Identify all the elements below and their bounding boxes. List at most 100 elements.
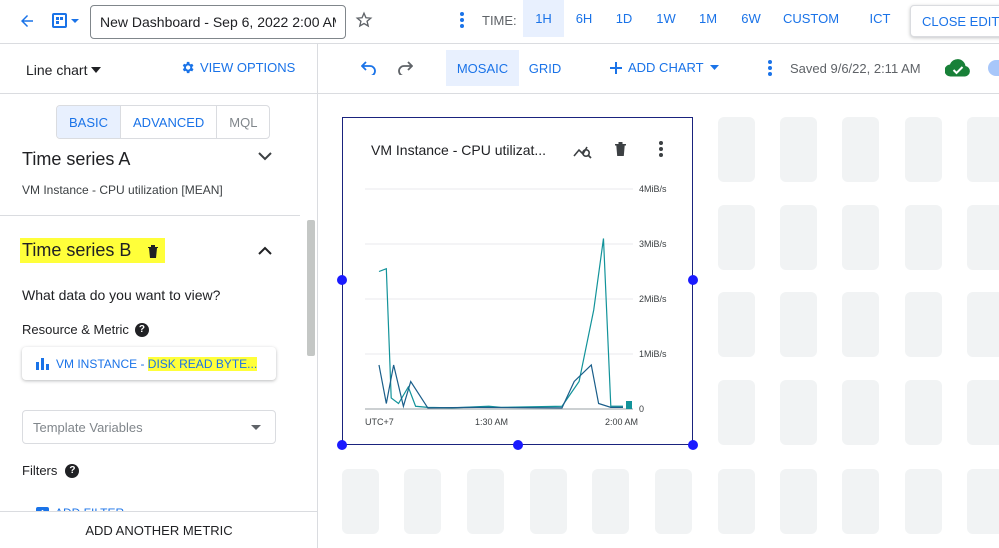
- filters-text: Filters: [22, 463, 58, 478]
- bar-chart-icon: [36, 357, 49, 370]
- query-mode-tabs: BASIC ADVANCED MQL: [56, 105, 271, 139]
- placeholder-tile: [404, 469, 441, 534]
- line-chart: 4MiB/s 3MiB/s 2MiB/s 1MiB/s 0 UTC+7 1:30 AM 2:0…: [365, 184, 667, 427]
- mosaic-mode-button[interactable]: MOSAIC: [446, 50, 519, 86]
- placeholder-tile: [967, 469, 999, 534]
- y-tick-label: 2MiB/s: [639, 294, 667, 304]
- data-question: What data do you want to view?: [22, 287, 221, 303]
- add-another-metric-button[interactable]: ADD ANOTHER METRIC: [0, 511, 317, 548]
- chevron-down-icon[interactable]: [258, 152, 272, 161]
- more-vert-icon[interactable]: [762, 57, 778, 79]
- x-tick-label: UTC+7: [365, 417, 394, 427]
- placeholder-tile: [780, 292, 817, 357]
- placeholder-tile: [905, 380, 942, 445]
- help-icon[interactable]: ?: [134, 322, 149, 337]
- y-tick-label: 4MiB/s: [639, 184, 667, 194]
- time-1h-button[interactable]: 1H: [523, 0, 564, 37]
- placeholder-tile: [530, 469, 567, 534]
- chevron-up-icon[interactable]: [258, 246, 272, 255]
- star-icon[interactable]: [352, 8, 376, 32]
- toggle-switch[interactable]: [988, 60, 999, 76]
- chart-type-label: Line chart: [26, 62, 88, 78]
- tab-mql[interactable]: MQL: [217, 106, 269, 138]
- placeholder-tile: [718, 380, 755, 445]
- placeholder-tile: [842, 117, 879, 182]
- delete-icon[interactable]: [147, 244, 159, 258]
- saved-status: Saved 9/6/22, 2:11 AM: [790, 61, 921, 76]
- placeholder-tile: [967, 205, 999, 270]
- placeholder-tile: [780, 469, 817, 534]
- y-tick-label: 0: [639, 404, 644, 414]
- time-series-b-heading: Time series B: [20, 238, 166, 263]
- series-line: [378, 238, 623, 409]
- placeholder-tile: [967, 292, 999, 357]
- dropdown-caret-icon: [91, 67, 102, 73]
- time-1w-button[interactable]: 1W: [648, 0, 684, 37]
- dashboard-toolbar: MOSAIC GRID ADD CHART Saved 9/6/22, 2:11…: [318, 44, 999, 94]
- top-bar: TIME: 1H 6H 1D 1W 1M 6W CUSTOM ICT CLOSE…: [0, 0, 999, 44]
- placeholder-tile: [592, 469, 629, 534]
- gear-icon: [182, 61, 194, 74]
- time-custom-button[interactable]: CUSTOM: [778, 0, 844, 37]
- chart-widget[interactable]: VM Instance - CPU utilizat... 4MiB/s 3MiB…: [342, 117, 693, 445]
- resize-handle-bottom-right[interactable]: [688, 440, 698, 450]
- resize-handle-left[interactable]: [337, 275, 347, 285]
- placeholder-tile: [842, 380, 879, 445]
- placeholder-tile: [655, 469, 692, 534]
- time-1m-button[interactable]: 1M: [690, 0, 726, 37]
- metric-name: DISK READ BYTE...: [147, 356, 258, 371]
- cloud-done-icon: [944, 57, 972, 79]
- placeholder-tile: [342, 469, 379, 534]
- resource-metric-label: Resource & Metric ?: [22, 322, 149, 337]
- placeholder-tile: [967, 380, 999, 445]
- resize-handle-right[interactable]: [688, 275, 698, 285]
- tab-advanced[interactable]: ADVANCED: [121, 106, 218, 138]
- metric-separator: -: [137, 356, 148, 371]
- dropdown-caret-icon: [251, 425, 261, 430]
- x-tick-label: 1:30 AM: [475, 417, 508, 427]
- template-variables-dropdown[interactable]: Template Variables: [22, 410, 276, 444]
- back-arrow-icon[interactable]: [14, 8, 40, 34]
- panel-scrollbar[interactable]: [307, 220, 315, 356]
- chart-config-panel: Line chart VIEW OPTIONS BASIC ADVANCED M…: [0, 44, 318, 548]
- more-vert-icon[interactable]: [452, 8, 472, 32]
- resize-handle-bottom-left[interactable]: [337, 440, 347, 450]
- time-series-a-description: VM Instance - CPU utilization [MEAN]: [22, 183, 223, 197]
- placeholder-tile: [905, 205, 942, 270]
- placeholder-tile: [905, 292, 942, 357]
- dropdown-caret-icon: [709, 65, 719, 70]
- time-6w-button[interactable]: 6W: [733, 0, 769, 37]
- help-icon[interactable]: ?: [65, 463, 80, 478]
- metric-selector[interactable]: VM INSTANCE - DISK READ BYTE...: [22, 347, 276, 380]
- filters-label: Filters ?: [22, 463, 80, 478]
- placeholder-tile: [718, 205, 755, 270]
- redo-icon[interactable]: [394, 57, 416, 79]
- placeholder-tile: [842, 205, 879, 270]
- dashboard-picker-icon[interactable]: [50, 8, 84, 34]
- view-options-button[interactable]: VIEW OPTIONS: [180, 60, 295, 75]
- placeholder-tile: [780, 205, 817, 270]
- placeholder-tile: [780, 380, 817, 445]
- placeholder-tile: [905, 117, 942, 182]
- placeholder-tile: [842, 292, 879, 357]
- timezone-button[interactable]: ICT: [862, 0, 898, 37]
- add-chart-label: ADD CHART: [628, 60, 704, 75]
- undo-icon[interactable]: [358, 57, 380, 79]
- template-variables-placeholder: Template Variables: [33, 419, 143, 435]
- tab-basic[interactable]: BASIC: [57, 106, 122, 138]
- close-editor-button[interactable]: CLOSE EDITOR: [910, 5, 999, 37]
- chart-type-dropdown[interactable]: Line chart: [26, 62, 102, 78]
- view-options-label: VIEW OPTIONS: [200, 60, 296, 75]
- series-end-marker: [626, 401, 632, 409]
- metric-resource: VM INSTANCE: [56, 356, 138, 371]
- placeholder-tile: [718, 469, 755, 534]
- dashboard-title-input[interactable]: [90, 5, 346, 39]
- grid-mode-button[interactable]: GRID: [525, 50, 565, 86]
- time-6h-button[interactable]: 6H: [566, 0, 602, 37]
- time-1d-button[interactable]: 1D: [607, 0, 641, 37]
- placeholder-tile: [718, 292, 755, 357]
- resize-handle-bottom[interactable]: [513, 440, 523, 450]
- x-tick-label: 2:00 AM: [605, 417, 638, 427]
- add-chart-button[interactable]: ADD CHART: [610, 60, 719, 75]
- resource-metric-text: Resource & Metric: [22, 322, 129, 337]
